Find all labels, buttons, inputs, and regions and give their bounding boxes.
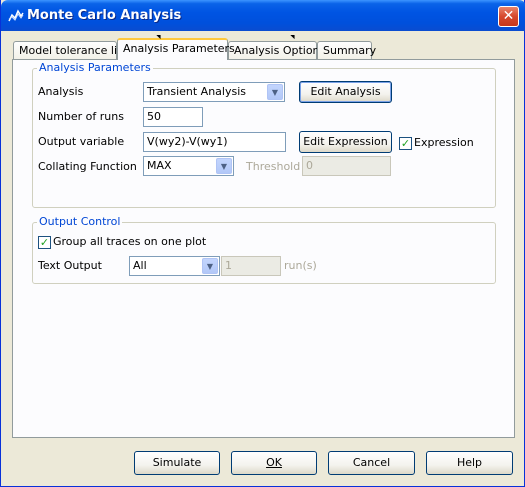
monte-carlo-dialog: Monte Carlo Analysis ✕ Model tolerance l… <box>0 0 525 487</box>
ok-label: OK <box>266 456 282 469</box>
runs-input[interactable]: 50 <box>143 107 203 127</box>
tab-panel-analysis-parameters: Analysis Parameters Analysis Transient A… <box>12 59 515 438</box>
help-button[interactable]: Help <box>426 451 513 475</box>
tab-label: Model tolerance list <box>19 44 128 57</box>
help-label: Help <box>456 456 483 469</box>
group-traces-label: Group all traces on one plot <box>53 235 207 248</box>
threshold-label: Threshold <box>246 160 301 173</box>
chevron-down-icon[interactable]: ▼ <box>202 258 218 274</box>
tab-label: Analysis Options <box>234 44 326 57</box>
checkmark-icon: ✓ <box>400 137 411 150</box>
tab-summary[interactable]: Summary <box>317 41 376 59</box>
tab-label: Analysis Parameters <box>123 42 235 55</box>
text-output-value: All <box>133 259 147 272</box>
collating-function-value: MAX <box>147 159 172 172</box>
chevron-down-icon[interactable]: ▼ <box>216 158 232 174</box>
runs-input-value: 50 <box>147 110 161 123</box>
checkmark-icon: ✓ <box>39 236 50 249</box>
text-output-label: Text Output <box>38 259 102 272</box>
tab-analysis-options[interactable]: Analysis Options <box>228 41 325 59</box>
tab-label: Summary <box>323 44 377 57</box>
cancel-button[interactable]: Cancel <box>328 451 415 475</box>
title-bar[interactable]: Monte Carlo Analysis ✕ <box>1 0 525 31</box>
threshold-input[interactable]: 0 <box>302 156 391 176</box>
output-control-group-title: Output Control <box>37 215 123 228</box>
output-variable-label: Output variable <box>38 135 125 148</box>
tab-analysis-parameters[interactable]: Analysis Parameters <box>117 38 235 60</box>
ok-button[interactable]: OK <box>231 451 317 475</box>
edit-expression-label: Edit Expression <box>303 135 388 148</box>
expression-checkbox-label: Expression <box>414 136 474 149</box>
chevron-down-icon[interactable]: ▼ <box>267 84 283 100</box>
window-title: Monte Carlo Analysis <box>27 8 182 23</box>
analysis-label: Analysis <box>38 85 84 98</box>
output-variable-input[interactable]: V(wy2)-V(wy1) <box>143 132 286 152</box>
edit-expression-button[interactable]: Edit Expression <box>299 131 392 153</box>
simulate-label: Simulate <box>152 456 202 469</box>
analysis-parameters-group-title: Analysis Parameters <box>37 61 153 74</box>
group-traces-checkbox[interactable]: ✓ <box>38 236 51 249</box>
close-button[interactable]: ✕ <box>498 6 519 27</box>
edit-analysis-button[interactable]: Edit Analysis <box>299 81 392 103</box>
tab-model-tolerance-list[interactable]: Model tolerance list <box>13 41 127 59</box>
text-output-runs-value: 1 <box>225 259 232 272</box>
runs-suffix-label: run(s) <box>284 259 317 272</box>
threshold-value: 0 <box>306 159 313 172</box>
runs-label: Number of runs <box>38 110 124 123</box>
close-icon: ✕ <box>502 8 515 24</box>
analysis-select[interactable]: Transient Analysis ▼ <box>143 82 285 102</box>
tab-indicator-icon <box>290 32 297 40</box>
text-output-runs-input[interactable]: 1 <box>221 256 281 276</box>
collating-function-select[interactable]: MAX ▼ <box>143 156 234 176</box>
monte-carlo-app-icon <box>8 9 24 23</box>
analysis-select-value: Transient Analysis <box>147 85 246 98</box>
collating-function-label: Collating Function <box>38 160 137 173</box>
edit-analysis-label: Edit Analysis <box>310 85 381 98</box>
cancel-label: Cancel <box>352 456 391 469</box>
expression-checkbox[interactable]: ✓ <box>399 137 412 150</box>
output-variable-value: V(wy2)-V(wy1) <box>147 135 228 148</box>
text-output-select[interactable]: All ▼ <box>129 256 220 276</box>
simulate-button[interactable]: Simulate <box>134 451 220 475</box>
